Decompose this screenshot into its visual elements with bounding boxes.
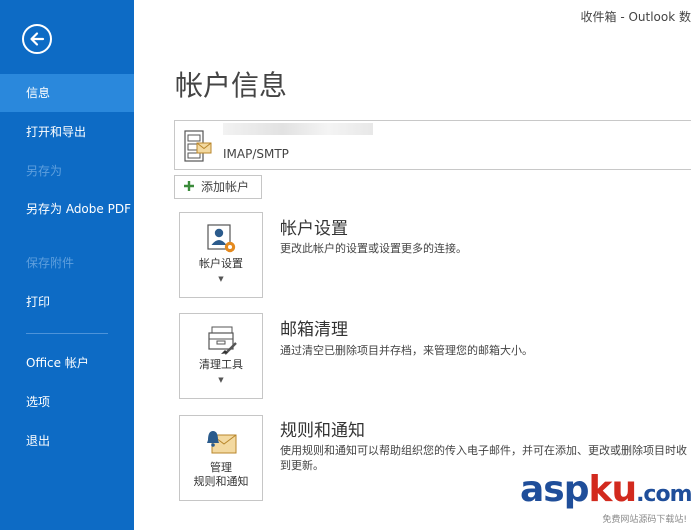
nav-save-as: 另存为: [26, 164, 63, 178]
nav-office-account[interactable]: Office 帐户: [0, 344, 134, 382]
account-type: IMAP/SMTP: [223, 147, 289, 161]
rules-alerts-icon: [207, 431, 237, 454]
manage-label: 管理: [210, 461, 232, 474]
chevron-down-icon: ▼: [218, 376, 224, 384]
aspku-watermark: aspku.com 免费网站源码下载站!: [520, 468, 691, 530]
nav-exit[interactable]: 退出: [0, 422, 134, 460]
chevron-down-icon: ▼: [218, 275, 224, 283]
watermark-logo: aspku.com: [520, 469, 691, 510]
account-settings-button-label: 帐户设置: [199, 257, 243, 270]
section-title-mailbox-cleanup: 邮箱清理: [280, 320, 348, 340]
back-arrow-icon: [30, 32, 45, 46]
nav-options[interactable]: 选项: [0, 383, 134, 421]
nav-info[interactable]: 信息: [0, 74, 134, 112]
cleanup-tools-button[interactable]: 清理工具 ▼: [179, 313, 263, 399]
add-account-button[interactable]: 添加帐户: [174, 175, 262, 199]
account-selector[interactable]: IMAP/SMTP: [174, 120, 691, 170]
plus-icon: [184, 181, 194, 191]
nav-save-as-pdf[interactable]: 另存为 Adobe PDF: [0, 198, 134, 236]
nav-print[interactable]: 打印: [0, 283, 134, 321]
page-title: 帐户信息: [175, 69, 288, 102]
window-title: 收件箱 - Outlook 数: [580, 10, 691, 24]
back-button[interactable]: [22, 24, 52, 54]
watermark-subtitle: 免费网站源码下载站!: [602, 515, 687, 525]
account-settings-icon: [207, 224, 236, 253]
section-desc-account-settings: 更改此帐户的设置或设置更多的连接。: [280, 242, 467, 255]
nav-open-export[interactable]: 打开和导出: [0, 113, 134, 151]
account-name-redacted: [223, 123, 373, 135]
section-title-rules-alerts: 规则和通知: [280, 421, 365, 441]
backstage-sidebar: 信息 打开和导出 另存为 另存为 Adobe PDF 保存附件 打印 Offic…: [0, 0, 134, 530]
manage-rules-alerts-button[interactable]: 管理 规则和通知: [179, 415, 263, 501]
cleanup-tools-icon: [208, 326, 237, 355]
section-title-account-settings: 帐户设置: [280, 219, 348, 239]
section-desc-mailbox-cleanup: 通过清空已删除项目并存档，来管理您的邮箱大小。: [280, 344, 533, 357]
add-account-label: 添加帐户: [201, 180, 250, 194]
nav-divider: [26, 333, 108, 334]
rules-alerts-label: 规则和通知: [193, 475, 249, 488]
account-settings-button[interactable]: 帐户设置 ▼: [179, 212, 263, 298]
mail-server-icon: [184, 130, 212, 162]
nav-save-attachments: 保存附件: [26, 256, 75, 270]
cleanup-tools-button-label: 清理工具: [199, 358, 243, 371]
